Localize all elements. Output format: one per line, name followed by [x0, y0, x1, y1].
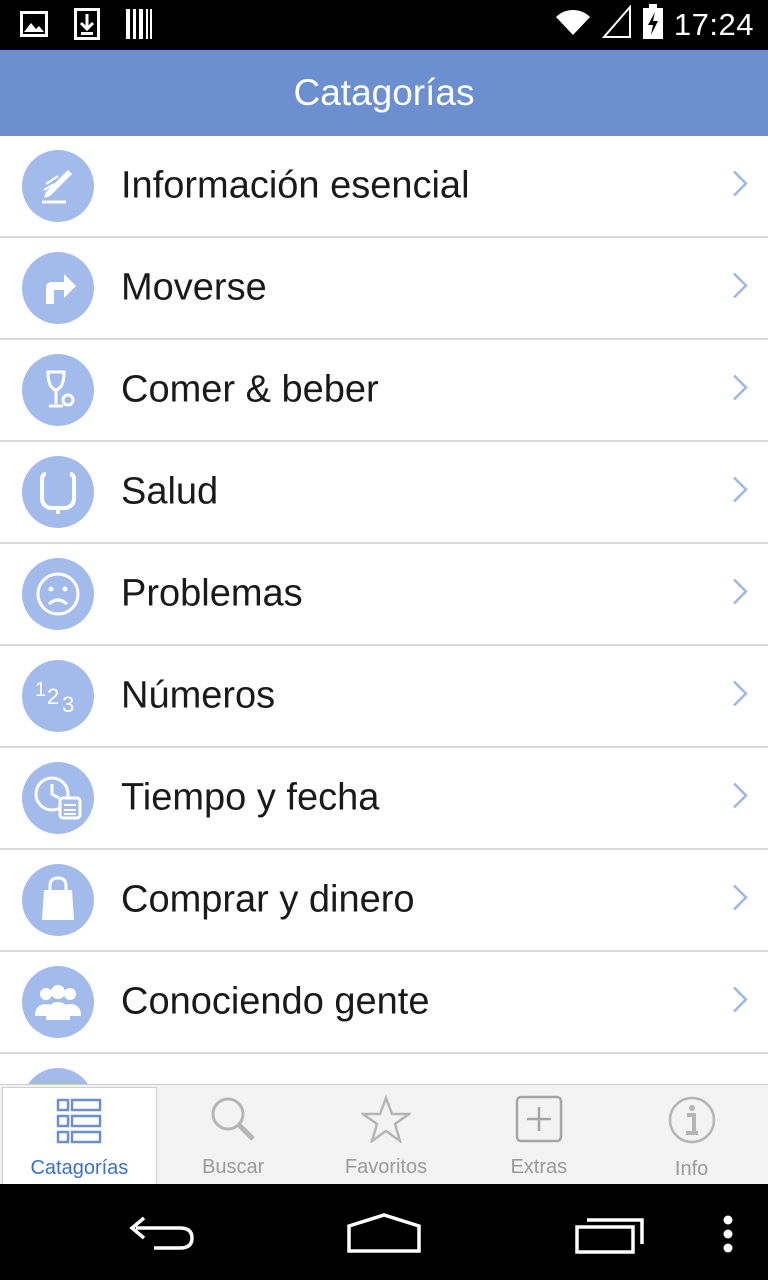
back-icon[interactable]	[124, 1214, 196, 1259]
image-icon	[20, 11, 48, 42]
tab-label: Extras	[510, 1156, 568, 1178]
list-icon	[56, 1098, 102, 1149]
signal-icon	[601, 4, 632, 44]
category-list[interactable]: Información esencial Moverse Comer & beb…	[0, 136, 768, 1084]
numbers-icon: 123	[22, 660, 94, 732]
chevron-right-icon	[732, 374, 748, 407]
list-item-label: Comer & beber	[121, 368, 379, 411]
list-item-label: Conociendo gente	[121, 980, 430, 1023]
battery-icon	[642, 4, 664, 45]
star-icon	[359, 1094, 413, 1148]
chevron-right-icon	[732, 986, 748, 1019]
tab-bar: Catagorías Buscar Favoritos Extras Info	[0, 1084, 768, 1184]
list-item-moverse[interactable]: Moverse	[0, 238, 768, 340]
recents-icon[interactable]	[574, 1212, 648, 1261]
chevron-right-icon	[732, 782, 748, 815]
wifi-icon	[554, 7, 592, 42]
system-nav-bar	[0, 1184, 768, 1280]
list-item-conociendo-gente[interactable]: Conociendo gente	[0, 952, 768, 1054]
plus-box-icon	[515, 1095, 563, 1148]
svg-text:3: 3	[62, 692, 74, 717]
list-item-label: Números	[121, 674, 276, 717]
stethoscope-icon	[22, 456, 94, 528]
tab-info[interactable]: Info	[615, 1085, 768, 1184]
page-title: Catagorías	[293, 72, 475, 113]
clock-calendar-icon	[22, 762, 94, 834]
tab-label: Favoritos	[344, 1156, 428, 1178]
category-icon	[22, 1068, 94, 1084]
chevron-right-icon	[732, 476, 748, 509]
tab-catagorias[interactable]: Catagorías	[2, 1087, 157, 1184]
chevron-right-icon	[732, 680, 748, 713]
list-item-label: Tiempo y fecha	[121, 776, 380, 819]
list-item-tiempo-fecha[interactable]: Tiempo y fecha	[0, 748, 768, 850]
chevron-right-icon	[732, 170, 748, 203]
svg-text:2: 2	[47, 684, 59, 709]
wine-glass-icon	[22, 354, 94, 426]
magnifier-icon	[209, 1095, 257, 1148]
shopping-bag-icon	[22, 864, 94, 936]
list-item-label: Información esencial	[121, 164, 470, 207]
turn-right-arrow-icon	[22, 252, 94, 324]
pencil-icon	[22, 150, 94, 222]
people-icon	[22, 966, 94, 1038]
list-item-label: Problemas	[121, 572, 303, 615]
chevron-right-icon	[732, 884, 748, 917]
home-icon[interactable]	[346, 1212, 422, 1259]
chevron-right-icon	[732, 272, 748, 305]
tab-label: Info	[674, 1158, 709, 1180]
status-time: 17:24	[673, 6, 754, 42]
sad-face-icon	[22, 558, 94, 630]
tab-buscar[interactable]: Buscar	[157, 1085, 310, 1184]
info-icon	[667, 1095, 717, 1150]
chevron-right-icon	[732, 578, 748, 611]
status-bar: 17:24	[0, 0, 768, 50]
tab-favoritos[interactable]: Favoritos	[310, 1085, 463, 1184]
barcode-icon	[126, 9, 152, 44]
download-icon	[74, 8, 100, 45]
title-bar: Catagorías	[0, 50, 768, 136]
list-item-label: Comprar y dinero	[121, 878, 415, 921]
svg-text:1: 1	[35, 679, 46, 701]
list-item-numeros[interactable]: 123 Números	[0, 646, 768, 748]
list-item-salud[interactable]: Salud	[0, 442, 768, 544]
list-item-label: Salud	[121, 470, 219, 513]
overflow-menu-icon[interactable]	[722, 1214, 734, 1259]
tab-label: Buscar	[202, 1156, 265, 1178]
tab-extras[interactable]: Extras	[462, 1085, 615, 1184]
list-item-comer-beber[interactable]: Comer & beber	[0, 340, 768, 442]
list-item-informacion-esencial[interactable]: Información esencial	[0, 136, 768, 238]
tab-label: Catagorías	[30, 1157, 129, 1179]
list-item-comprar-dinero[interactable]: Comprar y dinero	[0, 850, 768, 952]
list-item-label: Moverse	[121, 266, 267, 309]
list-item-problemas[interactable]: Problemas	[0, 544, 768, 646]
list-item-partial[interactable]	[0, 1054, 768, 1084]
